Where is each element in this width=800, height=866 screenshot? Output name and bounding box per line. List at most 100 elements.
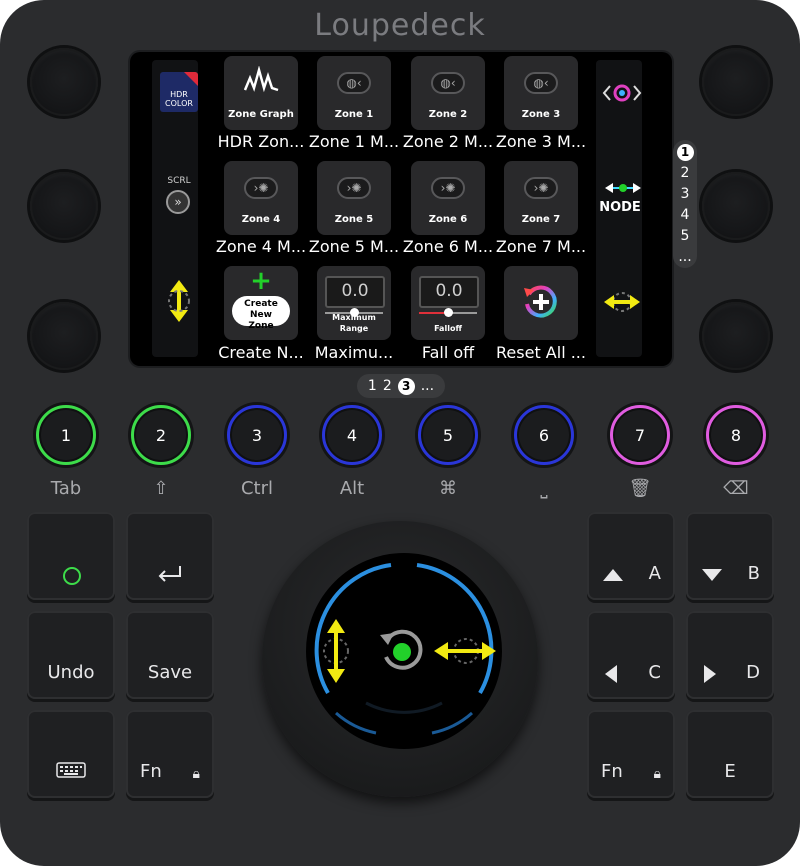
keyboard-icon [56,762,86,778]
round-button-8[interactable]: 8 [706,405,766,465]
round-button-3-shortcut-label: Ctrl [240,478,274,499]
cell-caption: Reset All ... [496,343,586,362]
round-button-2[interactable]: 2 [131,405,191,465]
knob-right-1[interactable] [702,48,770,116]
round-button-3[interactable]: 3 [227,405,287,465]
zone-back-icon: ◍‹ [524,72,558,94]
left-triangle-icon [605,665,617,683]
side-page-1[interactable]: 1 [673,142,697,163]
right-triangle-icon [704,665,716,683]
round-button-5[interactable]: 5 [418,405,478,465]
brand-logo: Loupedeck [314,8,486,43]
fn-lock-key-left[interactable]: Fn 🔒︎ [126,710,214,798]
horizontal-move-icon[interactable] [602,290,642,314]
keyboard-key[interactable] [27,710,115,798]
round-button-7-shortcut-label: 🗑 [628,478,652,499]
reset-all-button[interactable] [504,266,578,340]
vertical-move-icon[interactable] [166,278,192,324]
round-button-5-shortcut-label: ⌘ [439,478,457,499]
bottom-page-1[interactable]: 1 [368,378,377,394]
scroll-label: SCRL [167,176,191,186]
wheel-display-graphics [314,563,496,735]
d-label: D [746,662,760,683]
circle-key[interactable] [27,512,115,600]
slider-handle[interactable] [444,308,453,317]
side-page-5[interactable]: 5 [673,226,697,247]
node-arrows-icon[interactable] [604,180,642,196]
cell-title: Zone Graph [228,109,294,120]
bottom-page-selector[interactable]: 1 2 3 ... [357,374,445,398]
b-label: B [747,563,760,584]
enter-key[interactable] [126,512,214,600]
down-b-key[interactable]: B [686,512,774,600]
knob-left-2[interactable] [30,172,98,240]
undo-label: Undo [47,662,95,683]
zone-7-button[interactable]: ›✺ Zone 7 [504,161,578,235]
cell-caption: Zone 6 M... [402,237,494,256]
zone-1-button[interactable]: ◍‹ Zone 1 [317,56,391,130]
zone-4-button[interactable]: ›✺ Zone 4 [224,161,298,235]
save-key[interactable]: Save [126,611,214,699]
bottom-page-2[interactable]: 2 [383,378,392,394]
plus-icon: + [250,266,272,296]
lock-icon: 🔒︎ [653,766,661,782]
zone-graph-button[interactable]: Zone Graph [224,56,298,130]
zone-6-button[interactable]: ›✺ Zone 6 [411,161,485,235]
round-button-1[interactable]: 1 [36,405,96,465]
cell-caption: Zone 1 M... [308,132,400,151]
fn-label: Fn [601,761,623,782]
falloff-value: 0.0 [419,276,479,308]
undo-key[interactable]: Undo [27,611,115,699]
a-label: A [648,563,661,584]
round-button-4[interactable]: 4 [322,405,382,465]
falloff-control[interactable]: 0.0 Falloff [411,266,485,340]
bottom-page-more[interactable]: ... [421,378,434,394]
round-button-6[interactable]: 6 [514,405,574,465]
bottom-page-3[interactable]: 3 [397,377,415,395]
color-wheel-nav-icon[interactable] [602,82,642,104]
knob-right-2[interactable] [702,172,770,240]
cell-title: Create New Zone [244,299,278,331]
zone-5-button[interactable]: ›✺ Zone 5 [317,161,391,235]
maximum-range-value: 0.0 [325,276,385,308]
c-label: C [648,662,661,683]
zone-back-icon: ◍‹ [431,72,465,94]
round-button-4-shortcut-label: Alt [339,478,365,499]
right-d-key[interactable]: D [686,611,774,699]
round-button-1-shortcut-label: Tab [50,478,82,499]
touch-screen[interactable]: HDR COLOR SCRL » NODE Zone Graph ◍‹ Zone… [130,52,672,366]
knob-left-1[interactable] [30,48,98,116]
knob-right-3[interactable] [702,302,770,370]
round-button-2-shortcut-label: ⇧ [153,478,169,499]
knob-left-3[interactable] [30,302,98,370]
up-a-key[interactable]: A [587,512,675,600]
up-triangle-icon [603,569,623,581]
cell-caption: Zone 2 M... [402,132,494,151]
e-key[interactable]: E [686,710,774,798]
side-page-2[interactable]: 2 [673,163,697,184]
cell-caption: Zone 4 M... [215,237,307,256]
zone-3-button[interactable]: ◍‹ Zone 3 [504,56,578,130]
round-button-7[interactable]: 7 [610,405,670,465]
zone-back-icon: ◍‹ [337,72,371,94]
waveform-icon [244,66,279,93]
side-page-selector[interactable]: 1 2 3 4 5 ... [673,140,697,268]
side-page-more[interactable]: ... [673,247,697,268]
cell-caption: Maximu... [314,343,394,362]
scroll-icon[interactable]: » [166,190,190,214]
create-new-zone-button[interactable]: + Create New Zone [224,266,298,340]
lock-icon: 🔒︎ [192,766,200,782]
hdr-color-badge[interactable]: HDR COLOR [160,72,198,112]
side-page-3[interactable]: 3 [673,184,697,205]
left-c-key[interactable]: C [587,611,675,699]
reset-add-icon [524,285,557,318]
cell-title: Zone 3 [521,109,561,120]
maximum-range-control[interactable]: 0.0 Maximum Range [317,266,391,340]
zone-2-button[interactable]: ◍‹ Zone 2 [411,56,485,130]
e-label: E [724,761,736,782]
fn-lock-key-right[interactable]: Fn 🔒︎ [587,710,675,798]
cell-caption: Zone 5 M... [308,237,400,256]
side-page-4[interactable]: 4 [673,205,697,226]
slider-handle[interactable] [350,308,359,317]
round-button-8-shortcut-label: ⌫ [723,478,749,499]
